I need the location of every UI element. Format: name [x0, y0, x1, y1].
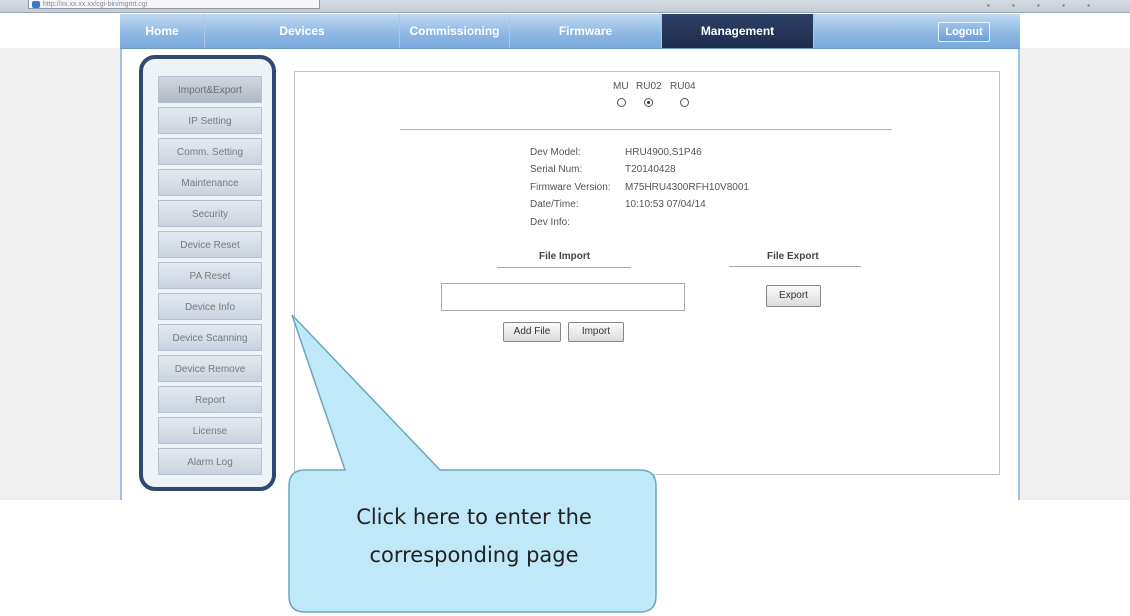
callout-line-1: Click here to enter the — [356, 505, 592, 529]
callout-line-2: corresponding page — [369, 543, 579, 567]
callout-text: Click here to enter the corresponding pa… — [294, 498, 654, 574]
